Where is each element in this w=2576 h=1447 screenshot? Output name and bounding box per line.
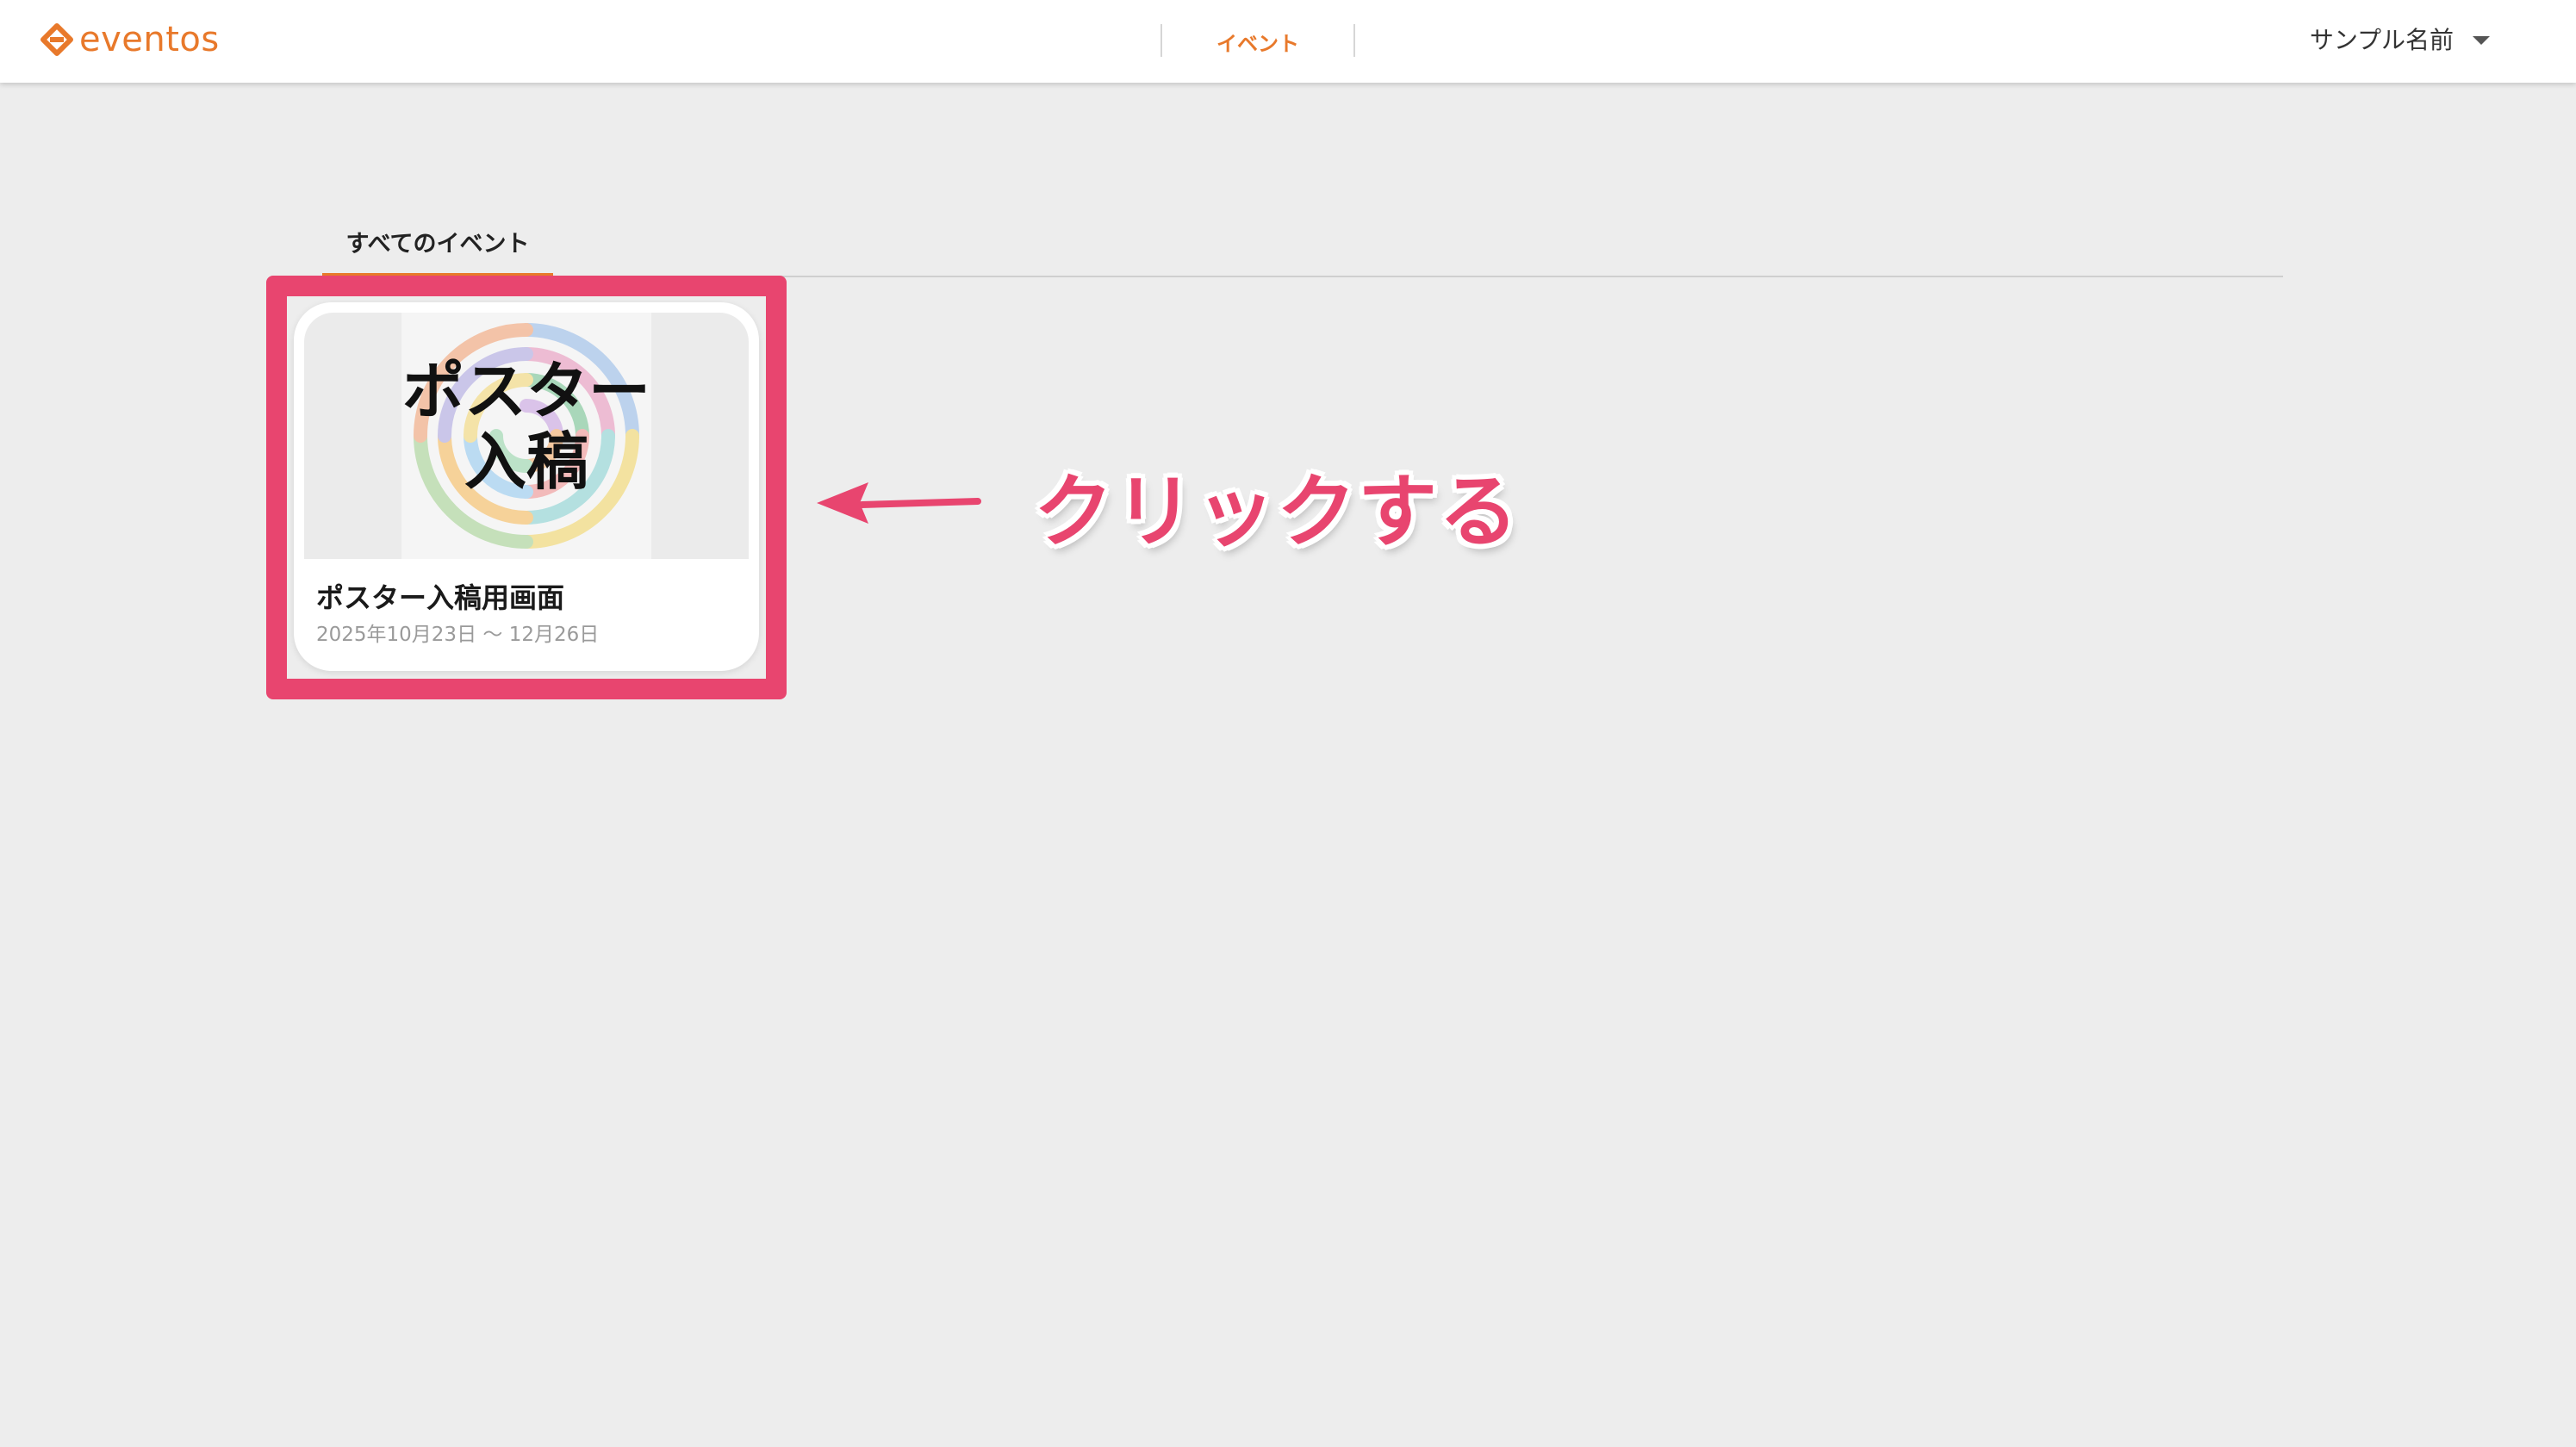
caret-down-icon[interactable] [2473,36,2490,45]
nav-item-events[interactable]: イベント [1162,0,1353,83]
event-tabs: すべてのイベント [322,205,2283,277]
thumbnail-artwork: ポスター 入稿 [401,313,651,559]
event-title[interactable]: ポスター入稿用画面 [316,576,564,616]
nav-divider [1353,24,1355,57]
thumbnail-line-2: 入稿 [464,425,588,498]
top-header: eventos イベント サンプル名前 [0,0,2576,83]
event-thumbnail: ポスター 入稿 [304,313,749,559]
user-name: サンプル名前 [2309,26,2454,54]
thumbnail-line-1: ポスター [401,355,650,427]
click-instruction-label: クリックする [1034,466,1521,558]
event-dates: 2025年10月23日 〜 12月26日 [316,624,600,646]
eventos-logo-icon [40,23,73,56]
user-menu[interactable]: サンプル名前 [2310,0,2490,78]
arrow-left-icon [817,482,981,524]
event-card[interactable]: ポスター 入稿 ポスター入稿用画面 2025年10月23日 〜 12月26日 [294,302,759,671]
eventos-logo[interactable]: eventos [40,19,220,60]
thumbnail-title: ポスター 入稿 [401,356,651,497]
tab-all-events[interactable]: すべてのイベント [322,205,553,277]
logo-text: eventos [79,20,220,59]
